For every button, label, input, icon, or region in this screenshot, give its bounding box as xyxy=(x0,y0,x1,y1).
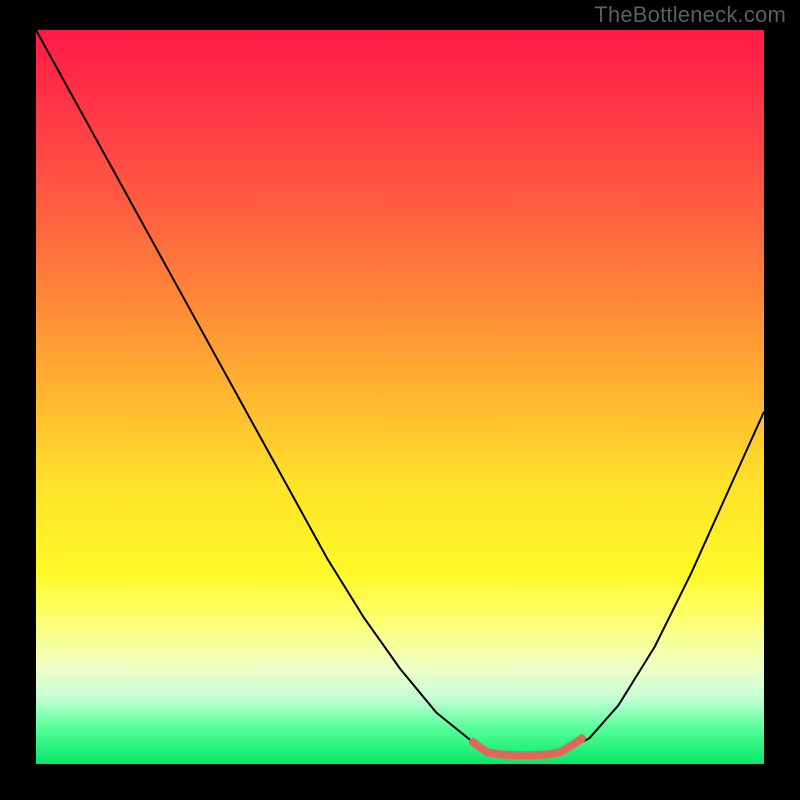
bottom-marker-path xyxy=(473,738,582,755)
chart-frame: TheBottleneck.com xyxy=(0,0,800,800)
watermark-text: TheBottleneck.com xyxy=(594,2,786,28)
plot-area xyxy=(36,30,764,764)
bottleneck-curve-path xyxy=(36,30,764,755)
curve-layer xyxy=(36,30,764,764)
